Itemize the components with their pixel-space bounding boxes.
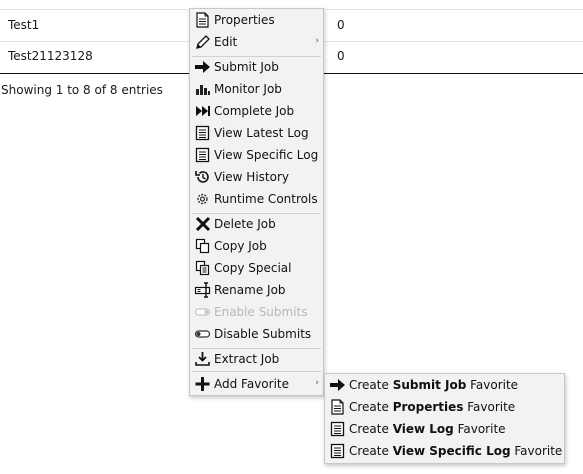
pencil-icon xyxy=(194,34,211,50)
menu-item-label: View Latest Log xyxy=(214,126,309,140)
document-icon xyxy=(329,399,346,415)
menu-item-label: Extract Job xyxy=(214,352,280,366)
submenu-item-create-view-specific-log-favorite[interactable]: Create View Specific Log Favorite xyxy=(325,440,564,462)
rename-icon xyxy=(194,282,211,298)
submenu-item-create-properties-favorite[interactable]: Create Properties Favorite xyxy=(325,396,564,418)
menu-item-properties[interactable]: Properties xyxy=(190,9,323,31)
menu-item-complete-job[interactable]: Complete Job xyxy=(190,100,323,122)
menu-item-add-favorite[interactable]: Add Favorite › xyxy=(190,373,323,395)
add-favorite-submenu: Create Submit Job Favorite Create Proper… xyxy=(324,373,565,464)
menu-item-runtime-controls[interactable]: Runtime Controls xyxy=(190,188,323,210)
submenu-arrow-icon: › xyxy=(315,378,319,388)
menu-item-label: Complete Job xyxy=(214,104,295,118)
toggle-icon xyxy=(194,326,211,342)
menu-item-delete-job[interactable]: Delete Job xyxy=(190,213,323,235)
menu-item-label: Monitor Job xyxy=(214,82,282,96)
menu-divider xyxy=(192,371,321,372)
menu-item-label: Edit xyxy=(214,35,238,49)
menu-item-edit[interactable]: Edit › xyxy=(190,31,323,53)
count-cell: 0 xyxy=(337,49,345,63)
log-icon xyxy=(329,421,346,437)
context-menu: Properties Edit › Submit Job Monitor Job xyxy=(189,8,324,396)
menu-item-label: Delete Job xyxy=(214,217,276,231)
submenu-item-label: Create Properties Favorite xyxy=(349,400,516,414)
menu-item-view-history[interactable]: View History xyxy=(190,166,323,188)
job-name-cell: Test1 xyxy=(8,18,40,32)
document-icon xyxy=(194,12,211,28)
menu-item-label: Copy Job xyxy=(214,239,267,253)
submenu-arrow-icon: › xyxy=(315,36,319,46)
menu-item-copy-special[interactable]: Copy Special xyxy=(190,257,323,279)
menu-item-label: View Specific Log xyxy=(214,148,319,162)
history-icon xyxy=(194,169,211,185)
count-cell: 0 xyxy=(337,18,345,32)
plus-icon xyxy=(194,376,211,392)
log-icon xyxy=(194,125,211,141)
gear-icon xyxy=(194,191,211,207)
copy-icon xyxy=(194,238,211,254)
submenu-item-create-view-log-favorite[interactable]: Create View Log Favorite xyxy=(325,418,564,440)
menu-item-copy-job[interactable]: Copy Job xyxy=(190,235,323,257)
menu-item-label: Rename Job xyxy=(214,283,286,297)
fast-forward-icon xyxy=(194,103,211,119)
menu-item-label: Disable Submits xyxy=(214,327,312,341)
x-icon xyxy=(194,216,211,232)
menu-item-submit-job[interactable]: Submit Job xyxy=(190,56,323,78)
log-icon xyxy=(194,147,211,163)
submenu-item-label: Create View Specific Log Favorite xyxy=(349,444,563,458)
menu-item-label: View History xyxy=(214,170,289,184)
submenu-item-label: Create View Log Favorite xyxy=(349,422,506,436)
menu-item-label: Runtime Controls xyxy=(214,192,318,206)
right-arrow-icon xyxy=(329,377,346,393)
menu-item-label: Enable Submits xyxy=(214,305,308,319)
table-info-text: Showing 1 to 8 of 8 entries xyxy=(1,83,163,97)
job-name-cell: Test21123128 xyxy=(8,49,93,63)
menu-item-label: Add Favorite xyxy=(214,377,289,391)
page: Test1 0 Test21123128 0 Showing 1 to 8 of… xyxy=(0,0,583,474)
menu-item-view-specific-log[interactable]: View Specific Log xyxy=(190,144,323,166)
download-icon xyxy=(194,351,211,367)
right-arrow-icon xyxy=(194,59,211,75)
menu-item-monitor-job[interactable]: Monitor Job xyxy=(190,78,323,100)
menu-item-label: Properties xyxy=(214,13,275,27)
menu-item-label: Submit Job xyxy=(214,60,279,74)
submenu-item-create-submit-job-favorite[interactable]: Create Submit Job Favorite xyxy=(325,374,564,396)
toggle-off-icon xyxy=(194,304,211,320)
menu-item-enable-submits: Enable Submits xyxy=(190,301,323,323)
menu-item-disable-submits[interactable]: Disable Submits xyxy=(190,323,323,345)
menu-item-extract-job[interactable]: Extract Job xyxy=(190,348,323,370)
bar-chart-icon xyxy=(194,81,211,97)
submenu-item-label: Create Submit Job Favorite xyxy=(349,378,519,392)
menu-item-label: Copy Special xyxy=(214,261,292,275)
menu-item-view-latest-log[interactable]: View Latest Log xyxy=(190,122,323,144)
copy-special-icon xyxy=(194,260,211,276)
log-icon xyxy=(329,443,346,459)
menu-item-rename-job[interactable]: Rename Job xyxy=(190,279,323,301)
